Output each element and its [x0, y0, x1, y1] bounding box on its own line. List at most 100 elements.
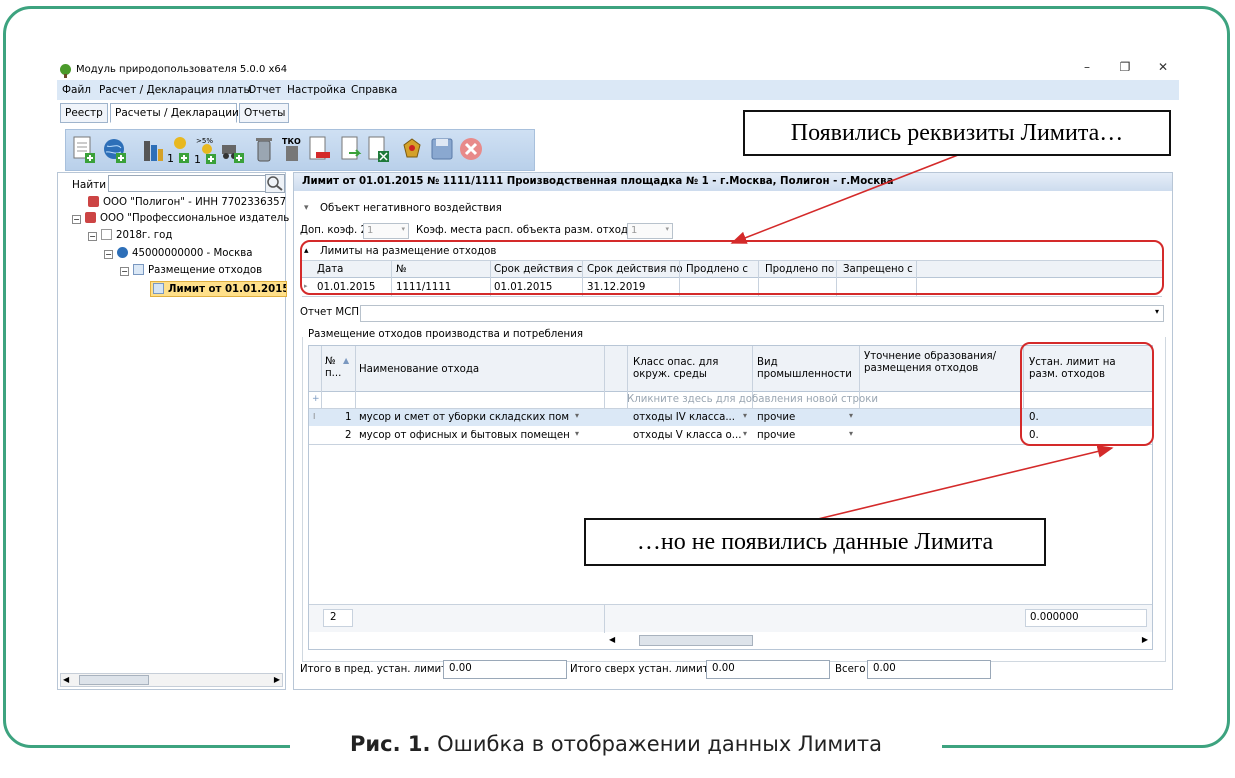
limit-column-highlight [1020, 342, 1154, 446]
cell-hazard-class[interactable]: отходы V класса о... [633, 430, 743, 441]
navigation-panel: Найти ООО "Полигон" - ИНН 7702336357 − ОО… [57, 172, 289, 690]
menu-report[interactable]: Отчет [248, 84, 281, 96]
cell-industry[interactable]: прочие [757, 430, 795, 441]
tree-node-polygon[interactable]: ООО "Полигон" - ИНН 7702336357 [88, 195, 286, 211]
transport-icon[interactable] [220, 135, 246, 165]
col-industry[interactable]: Вид промышленности [757, 357, 857, 381]
footer-count: 2 [323, 609, 353, 627]
tree-node-year[interactable]: − 2018г. год [88, 228, 172, 244]
total-within-field[interactable]: 0.00 [443, 660, 567, 679]
menu-help[interactable]: Справка [351, 84, 397, 96]
dropdown-icon[interactable]: ▾ [575, 429, 579, 438]
save-icon[interactable] [429, 135, 455, 165]
svg-text:1: 1 [194, 153, 201, 165]
collapse-toggle[interactable]: − [72, 215, 81, 224]
collapse-toggle[interactable]: − [120, 267, 129, 276]
globe-add-icon[interactable] [102, 135, 128, 165]
tree-node-limit-selected[interactable]: Лимит от 01.01.2015 N [150, 281, 287, 297]
edit-cursor-icon: I [313, 412, 316, 421]
report-msp-label: Отчет МСП [300, 307, 359, 318]
dropdown-icon[interactable]: ▾ [575, 411, 579, 420]
new-row-hint: Кликните здесь для добавления новой стро… [627, 394, 878, 405]
scroll-left-icon[interactable]: ◀ [609, 635, 615, 644]
grid-hscrollbar[interactable]: ◀ ▶ [605, 633, 1152, 649]
factory-icon[interactable] [140, 135, 166, 165]
collapse-toggle[interactable]: − [88, 232, 97, 241]
dropdown-icon[interactable]: ▾ [849, 411, 853, 420]
scroll-thumb[interactable] [639, 635, 753, 646]
menu-settings[interactable]: Настройка [287, 84, 346, 96]
title-bar: Модуль природопользователя 5.0.0 x64 – ❐… [57, 57, 1179, 81]
search-input[interactable] [108, 175, 266, 192]
tko-icon[interactable]: ТКО [279, 135, 305, 165]
minimize-button[interactable]: – [1077, 60, 1097, 78]
search-button[interactable] [265, 174, 285, 193]
scroll-right-icon[interactable]: ▶ [274, 675, 280, 684]
grid-footer: 2 0.000000 [309, 604, 1152, 633]
total-all-field[interactable]: 0.00 [867, 660, 991, 679]
grid-column-divider [604, 605, 605, 633]
search-icon [267, 176, 283, 191]
close-button[interactable]: ✕ [1153, 60, 1173, 78]
cell-industry[interactable]: прочие [757, 412, 795, 423]
dop-koef-field[interactable]: 1 ▾ [363, 223, 409, 239]
scroll-left-icon[interactable]: ◀ [63, 675, 69, 684]
col-hazard-class[interactable]: Класс опас. для окруж. среды [633, 357, 749, 381]
globe-icon [117, 247, 128, 258]
cell-waste-name[interactable]: мусор и смет от уборки складских поме... [359, 412, 569, 423]
company-icon [88, 196, 99, 207]
callout-top: Появились реквизиты Лимита… [743, 110, 1171, 156]
dropdown-icon: ▾ [1154, 307, 1159, 316]
excel-export-icon[interactable] [365, 135, 391, 165]
col-waste-name[interactable]: Наименование отхода [359, 364, 479, 375]
cell-row-num[interactable]: 2 [345, 430, 351, 441]
total-within-label: Итого в пред. устан. лимита [300, 664, 454, 675]
collapse-toggle[interactable]: − [104, 250, 113, 259]
delete-document-icon[interactable] [306, 135, 332, 165]
cell-row-num[interactable]: 1 [345, 412, 351, 423]
object-section-label: Объект негативного воздействия [320, 203, 502, 214]
total-over-field[interactable]: 0.00 [706, 660, 830, 679]
svg-text:1: 1 [167, 152, 174, 165]
cell-waste-name[interactable]: мусор от офисных и бытовых помещен... [359, 430, 569, 441]
cell-hazard-class[interactable]: отходы IV класса... [633, 412, 743, 423]
callout-bottom: …но не появились данные Лимита [584, 518, 1046, 566]
dropdown-icon[interactable]: ▾ [743, 411, 747, 420]
tab-calculations[interactable]: Расчеты / Декларации [110, 103, 239, 123]
dropdown-icon[interactable]: ▾ [849, 429, 853, 438]
tree-scrollbar[interactable]: ◀ ▶ [60, 673, 283, 687]
menu-calc-declaration[interactable]: Расчет / Декларация платы [99, 84, 252, 96]
add-one-icon[interactable]: 1 [166, 135, 192, 165]
tree-node-label: ООО "Профессиональное издатель [100, 213, 290, 224]
cancel-icon[interactable] [458, 135, 484, 165]
export-document-icon[interactable] [338, 135, 364, 165]
tree-node-publisher[interactable]: − ООО "Профессиональное издатель [72, 211, 289, 227]
trash-icon[interactable] [252, 135, 278, 165]
dropdown-icon[interactable]: ▾ [743, 429, 747, 438]
limit-document-icon [153, 283, 164, 294]
menu-bar: Файл Расчет / Декларация платы Отчет Нас… [57, 80, 1179, 100]
tree-node-moscow[interactable]: − 45000000000 - Москва [104, 246, 252, 262]
sort-asc-icon: ▲ [343, 356, 350, 365]
scroll-thumb[interactable] [79, 675, 149, 685]
tree-node-label: 2018г. год [116, 230, 173, 241]
scroll-right-icon[interactable]: ▶ [1142, 635, 1148, 644]
tree-node-waste-placement[interactable]: − Размещение отходов [120, 263, 262, 279]
report-msp-select[interactable]: ▾ [360, 305, 1164, 322]
add-percent-icon[interactable]: >5% 1 [193, 135, 219, 165]
menu-file[interactable]: Файл [62, 84, 91, 96]
tab-registry[interactable]: Реестр [60, 103, 108, 123]
restore-button[interactable]: ❐ [1115, 60, 1135, 78]
emblem-icon[interactable] [399, 135, 425, 165]
svg-text:>5%: >5% [196, 137, 213, 145]
limit-header: Лимит от 01.01.2015 № 1111/1111 Производ… [294, 173, 1172, 191]
koef-place-field[interactable]: 1 ▾ [627, 223, 673, 239]
col-clarification[interactable]: Уточнение образования/размещения отходов [864, 351, 1014, 375]
collapse-arrow-icon[interactable]: ▾ [304, 203, 309, 213]
figure-number: Рис. 1. [350, 732, 431, 756]
tab-reports[interactable]: Отчеты [239, 103, 289, 123]
folder-icon [133, 264, 144, 275]
grid-border [302, 296, 1162, 297]
new-document-icon[interactable] [71, 135, 97, 165]
toolbar: 1 >5% 1 ТКО [65, 129, 535, 171]
